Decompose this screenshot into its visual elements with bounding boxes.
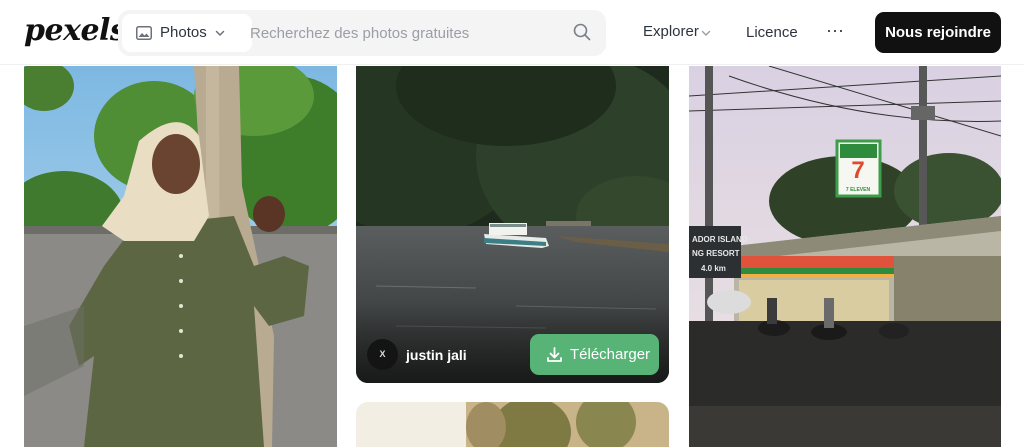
photo-plant: [356, 402, 669, 447]
store-sign-7: 7: [851, 157, 864, 184]
search-type-label: Photos: [160, 24, 207, 41]
street-sign-line3: 4.0 km: [701, 264, 726, 273]
photo-card-boat-river[interactable]: X justin jali Télécharger: [356, 66, 669, 383]
street-sign-line1: ADOR ISLAND: [692, 235, 748, 244]
search-icon[interactable]: [572, 22, 592, 42]
street-sign-line2: NG RESORT: [692, 249, 740, 258]
image-icon: [136, 26, 152, 40]
download-icon: [547, 347, 562, 362]
nav-explore[interactable]: Explorer: [643, 23, 699, 40]
download-button[interactable]: Télécharger: [530, 334, 659, 375]
photo-card-plant[interactable]: [356, 402, 669, 447]
search-input[interactable]: [248, 14, 548, 52]
join-button[interactable]: Nous rejoindre: [875, 12, 1001, 53]
photo-card-street-store[interactable]: 7 7 ELEVEN ADOR ISLAND NG RESORT 4.0 km: [689, 66, 1001, 447]
store-sign-label: 7 ELEVEN: [846, 187, 871, 193]
photo-card-woman-tree[interactable]: [24, 66, 337, 447]
search-bar: Photos: [118, 10, 606, 56]
author-name[interactable]: justin jali: [406, 347, 467, 363]
more-menu-icon[interactable]: ···: [826, 20, 844, 41]
pexels-logo[interactable]: pexels: [24, 13, 127, 48]
top-navbar: pexels Photos Explorer Licence ··· Nous …: [0, 0, 1024, 65]
avatar[interactable]: X: [367, 339, 398, 370]
search-type-dropdown[interactable]: Photos: [122, 14, 252, 52]
chevron-down-icon: [215, 30, 225, 37]
chevron-down-icon[interactable]: [700, 27, 712, 39]
nav-licence[interactable]: Licence: [746, 24, 798, 41]
photo-street-store: 7 7 ELEVEN ADOR ISLAND NG RESORT 4.0 km: [689, 66, 1001, 447]
download-label: Télécharger: [570, 346, 651, 363]
photo-woman-tree: [24, 66, 337, 447]
